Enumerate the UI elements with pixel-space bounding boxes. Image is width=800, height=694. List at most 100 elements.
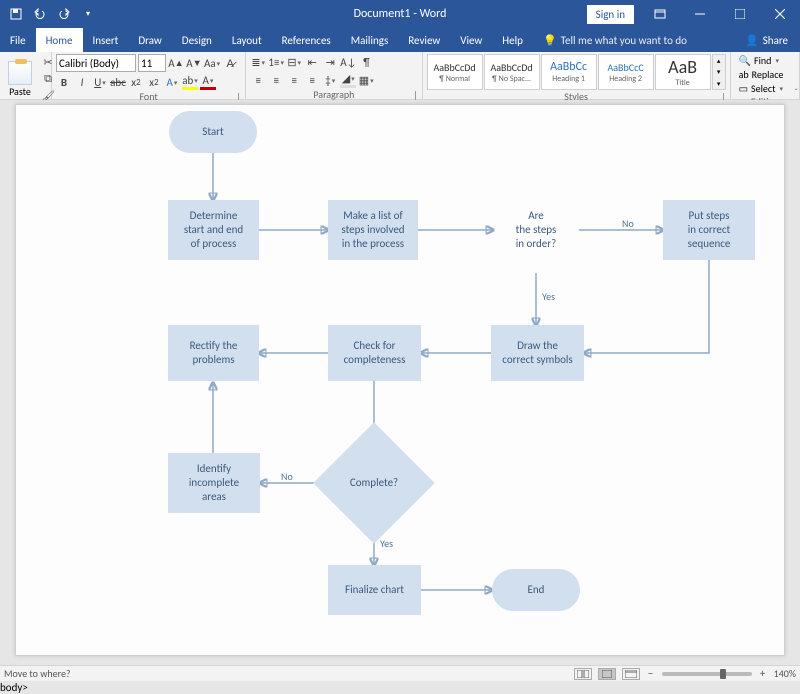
align-right-icon[interactable]: ≡ — [286, 72, 302, 88]
page[interactable]: Start Determinestart and endof process M… — [15, 104, 785, 656]
superscript-button[interactable]: x2 — [146, 74, 162, 90]
styles-up-icon[interactable]: ▴ — [713, 55, 725, 66]
tab-draw[interactable]: Draw — [128, 28, 171, 52]
align-left-icon[interactable]: ≡ — [250, 72, 266, 88]
close-icon[interactable] — [760, 0, 800, 28]
tab-references[interactable]: References — [272, 28, 341, 52]
flowchart-finalize[interactable]: Finalize chart — [328, 565, 421, 615]
replace-icon: ab — [739, 68, 749, 81]
style-normal[interactable]: AaBbCcDd¶ Normal — [427, 54, 483, 90]
select-button[interactable]: ▭Select▾ — [739, 82, 784, 95]
flowchart-drawsymbols[interactable]: Draw thecorrect symbols — [491, 325, 584, 381]
undo-icon[interactable] — [32, 6, 48, 22]
lightbulb-icon: 💡 — [543, 34, 557, 47]
flowchart-end[interactable]: End — [492, 569, 580, 611]
tab-mailings[interactable]: Mailings — [341, 28, 399, 52]
clear-format-icon[interactable]: A̷ — [222, 55, 238, 71]
view-print-layout[interactable] — [598, 668, 616, 680]
zoom-level[interactable]: 140% — [774, 667, 796, 680]
numbering-icon[interactable]: 1≡▾ — [268, 54, 284, 70]
minimize-icon[interactable] — [680, 0, 720, 28]
styles-more-icon[interactable]: ▾ — [713, 78, 725, 89]
flowchart-makelist[interactable]: Make a list ofsteps involvedin the proce… — [328, 200, 418, 260]
find-icon: 🔍 — [739, 54, 751, 67]
ribbon-tabs: File Home Insert Draw Design Layout Refe… — [0, 28, 800, 52]
style-title[interactable]: AaBTitle — [655, 54, 711, 90]
line-spacing-icon[interactable]: ‡▾ — [322, 72, 338, 88]
highlight-icon[interactable]: ab▾ — [182, 74, 198, 90]
document-canvas[interactable]: Start Determinestart and endof process M… — [0, 100, 800, 665]
paste-button[interactable]: Paste — [4, 61, 36, 98]
label-yes-2: Yes — [380, 537, 393, 550]
flowchart-checkcomp[interactable]: Check forcompleteness — [328, 325, 421, 381]
status-bar: Move to where? − + 140% — [0, 665, 800, 681]
justify-icon[interactable]: ≡ — [304, 72, 320, 88]
tab-review[interactable]: Review — [398, 28, 450, 52]
flowchart-decision-order[interactable]: Arethe stepsin order? — [493, 187, 579, 273]
flowchart-determine[interactable]: Determinestart and endof process — [168, 200, 259, 260]
change-case-icon[interactable]: Aa▾ — [204, 55, 220, 71]
strikethrough-button[interactable]: abc — [110, 74, 126, 90]
collapse-ribbon-icon[interactable]: ˆ — [794, 87, 798, 98]
multilevel-icon[interactable]: ⊟▾ — [286, 54, 302, 70]
tab-insert[interactable]: Insert — [83, 28, 129, 52]
select-icon: ▭ — [739, 82, 748, 95]
paste-icon — [8, 61, 32, 85]
flowchart-identify[interactable]: Identifyincompleteareas — [168, 453, 260, 513]
tab-view[interactable]: View — [450, 28, 492, 52]
tab-file[interactable]: File — [0, 28, 36, 52]
find-button[interactable]: 🔍Find▾ — [739, 54, 784, 67]
decrease-indent-icon[interactable]: ⇤ — [304, 54, 320, 70]
show-marks-icon[interactable]: ¶ — [359, 54, 375, 70]
tab-help[interactable]: Help — [492, 28, 533, 52]
sign-in-button[interactable]: Sign in — [587, 5, 634, 24]
increase-indent-icon[interactable]: ⇥ — [322, 54, 338, 70]
tab-layout[interactable]: Layout — [222, 28, 272, 52]
borders-icon[interactable]: ▦▾ — [358, 72, 374, 88]
grow-font-icon[interactable]: A▲ — [168, 55, 184, 71]
styles-down-icon[interactable]: ▾ — [713, 66, 725, 77]
view-read-mode[interactable] — [574, 668, 592, 680]
underline-button[interactable]: U▾ — [92, 74, 108, 90]
text-effects-icon[interactable]: A▾ — [164, 74, 180, 90]
label-no-1: No — [622, 217, 634, 230]
sort-icon[interactable]: A↓ — [340, 54, 356, 70]
replace-button[interactable]: abReplace — [739, 68, 784, 81]
font-color-icon[interactable]: A▾ — [200, 74, 216, 90]
redo-icon[interactable] — [56, 6, 72, 22]
shrink-font-icon[interactable]: A▼ — [186, 55, 202, 71]
tab-home[interactable]: Home — [36, 28, 83, 52]
style-heading1[interactable]: AaBbCcHeading 1 — [541, 54, 597, 90]
align-center-icon[interactable]: ≡ — [268, 72, 284, 88]
bold-button[interactable]: B — [56, 74, 72, 90]
save-icon[interactable] — [8, 6, 24, 22]
zoom-out-button[interactable]: − — [646, 669, 656, 679]
maximize-icon[interactable] — [720, 0, 760, 28]
styles-scroll[interactable]: ▴▾▾ — [712, 54, 726, 90]
flowchart-decision-complete[interactable]: Complete? — [331, 440, 417, 526]
zoom-in-button[interactable]: + — [758, 669, 768, 679]
share-button[interactable]: 👤 Share — [733, 34, 800, 47]
flowchart-start[interactable]: Start — [169, 111, 257, 153]
shading-icon[interactable]: ◢▾ — [340, 72, 356, 88]
tab-design[interactable]: Design — [172, 28, 222, 52]
group-paragraph: ≣▾ 1≡▾ ⊟▾ ⇤ ⇥ A↓ ¶ ≡ ≡ ≡ ≡ ‡▾ ◢▾ ▦▾ Para… — [246, 52, 422, 99]
style-heading2[interactable]: AaBbCcCHeading 2 — [598, 54, 654, 90]
zoom-slider[interactable] — [662, 672, 752, 676]
font-name-input[interactable] — [56, 54, 136, 72]
ribbon-display-icon[interactable] — [640, 0, 680, 28]
tell-me-input[interactable]: 💡 Tell me what you want to do — [533, 28, 697, 52]
status-message: Move to where? — [4, 667, 71, 680]
italic-button[interactable]: I — [74, 74, 90, 90]
view-web-layout[interactable] — [622, 668, 640, 680]
bullets-icon[interactable]: ≣▾ — [250, 54, 266, 70]
qat-customize-icon[interactable]: ▾ — [80, 6, 96, 22]
styles-gallery[interactable]: AaBbCcDd¶ Normal AaBbCcDd¶ No Spac... Aa… — [427, 54, 726, 90]
group-clipboard: Paste ✂ ⧉ 🖌 Clipboard — [0, 52, 52, 99]
subscript-button[interactable]: x2 — [128, 74, 144, 90]
font-size-input[interactable] — [138, 54, 166, 72]
flowchart-rectify[interactable]: Rectify theproblems — [168, 325, 259, 381]
flowchart-putsteps[interactable]: Put stepsin correctsequence — [663, 200, 755, 260]
style-nospacing[interactable]: AaBbCcDd¶ No Spac... — [484, 54, 540, 90]
zoom-thumb[interactable] — [720, 669, 726, 679]
